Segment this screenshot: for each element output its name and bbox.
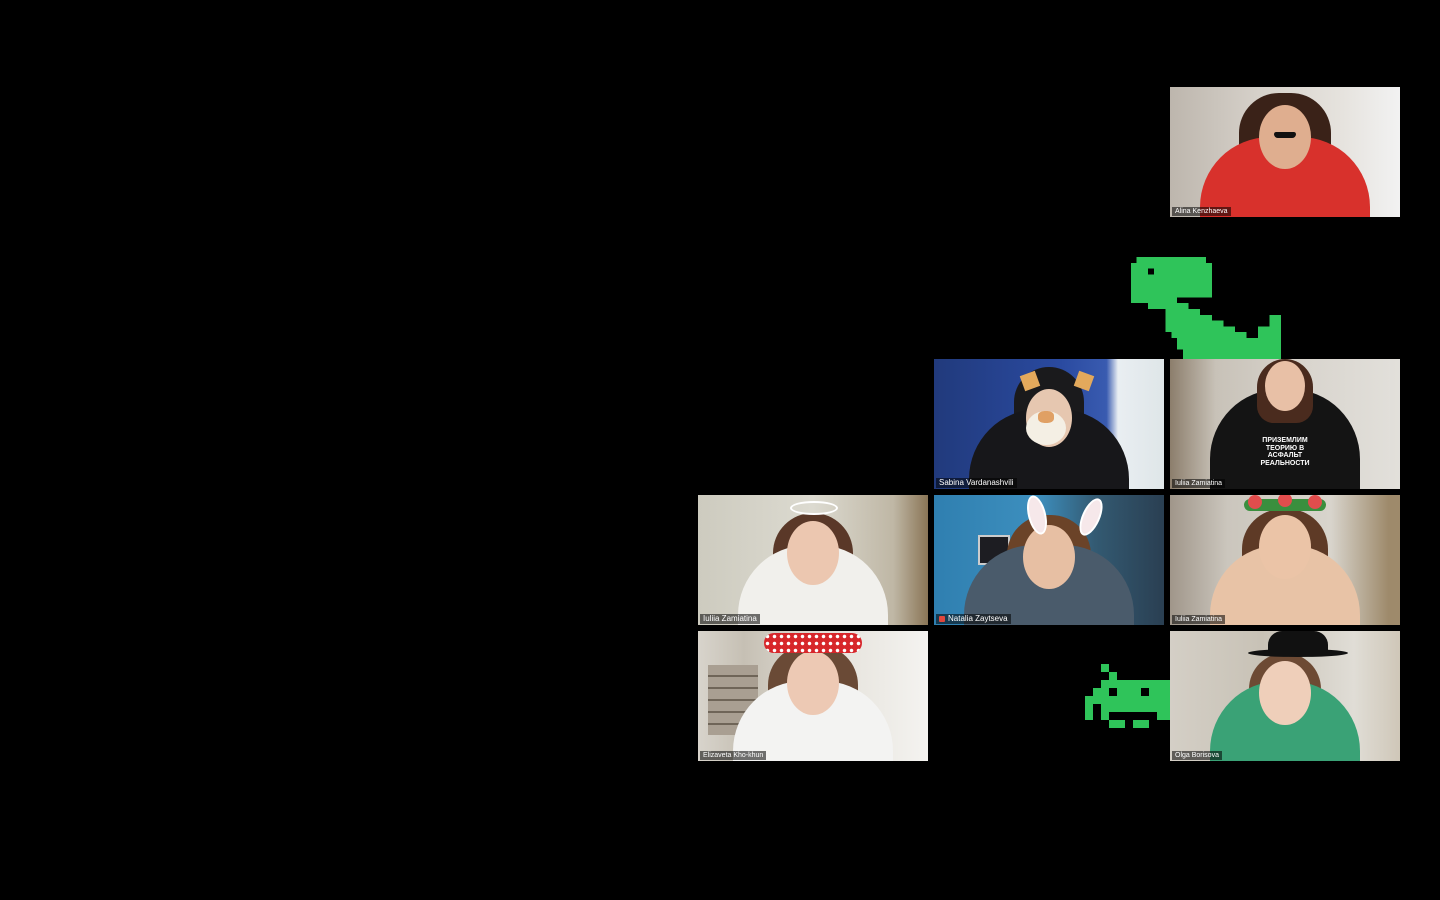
video-feed <box>1170 631 1400 761</box>
video-feed: ПРИЗЕМЛИМ ТЕОРИЮ В АСФАЛЬТ РЕАЛЬНОСТИ <box>1170 359 1400 489</box>
video-feed <box>934 359 1164 489</box>
video-tile-alina-kenzhaeva[interactable]: Alina Kenzhaeva <box>1170 87 1400 217</box>
video-tile-iuliia-zamiatina-lollipops[interactable]: Iuliia Zamiatina <box>1170 495 1400 625</box>
hoodie-slogan: ПРИЗЕМЛИМ ТЕОРИЮ В АСФАЛЬТ РЕАЛЬНОСТИ <box>1260 437 1310 467</box>
pixel-space-invader-icon <box>1085 664 1173 748</box>
video-tile-natalia-zaytseva[interactable]: Natalia Zaytseva <box>934 495 1164 625</box>
participant-name: Alina Kenzhaeva <box>1172 207 1231 216</box>
video-feed <box>1170 495 1400 625</box>
mic-muted-icon <box>939 616 945 622</box>
participant-name: Elizaveta Kho-khun <box>700 751 767 760</box>
video-tile-olga-borisova[interactable]: Olga Borisova <box>1170 631 1400 761</box>
video-feed <box>698 631 928 761</box>
video-tile-iuliia-zamiatina-halo[interactable]: Iuliia Zamiatina <box>698 495 928 625</box>
video-feed <box>934 495 1164 625</box>
participant-name: Iuliia Zamiatina <box>1172 615 1226 624</box>
video-tile-iuliia-zamiatina-hoodie[interactable]: ПРИЗЕМЛИМ ТЕОРИЮ В АСФАЛЬТ РЕАЛЬНОСТИ Iu… <box>1170 359 1400 489</box>
pixel-dinosaur-icon <box>1128 257 1284 361</box>
participant-name: Olga Borisova <box>1172 751 1222 760</box>
video-tile-elizaveta-kho-khun[interactable]: Elizaveta Kho-khun <box>698 631 928 761</box>
video-gallery: Alina Kenzhaeva Sabina Vardanashvili ПРИ… <box>0 0 1440 900</box>
video-feed <box>698 495 928 625</box>
participant-name: Sabina Vardanashvili <box>936 478 1017 488</box>
video-tile-sabina-vardanashvili[interactable]: Sabina Vardanashvili <box>934 359 1164 489</box>
participant-name: Iuliia Zamiatina <box>700 614 760 624</box>
video-feed <box>1170 87 1400 217</box>
participant-name: Natalia Zaytseva <box>936 614 1011 624</box>
participant-name: Iuliia Zamiatina <box>1172 479 1226 488</box>
